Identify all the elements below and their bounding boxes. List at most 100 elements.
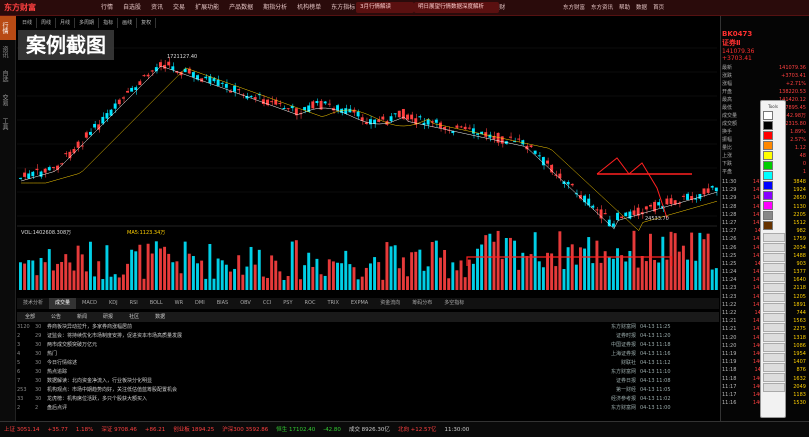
news-row[interactable]: 5 30 今日行情综述: [17, 359, 317, 368]
rail-item[interactable]: 行情: [0, 16, 16, 40]
color-swatch[interactable]: [763, 201, 773, 210]
palette-tool[interactable]: [763, 293, 785, 302]
news-tab[interactable]: 新闻: [69, 312, 95, 322]
palette-tool[interactable]: [763, 363, 785, 372]
color-swatch[interactable]: [763, 171, 773, 180]
notice-banner-1[interactable]: 3月行情解读: [356, 2, 414, 13]
chart-tab[interactable]: 复权: [137, 18, 157, 28]
rail-item[interactable]: 工具: [0, 112, 16, 136]
indicator-tab[interactable]: OBV: [234, 298, 257, 309]
indicator-tab[interactable]: KDJ: [103, 298, 124, 309]
news-row[interactable]: 253 30 机构观点：市场中期趋势向好，关注低估值蓝筹股配置机会: [17, 386, 317, 395]
indicator-tab[interactable]: ROC: [299, 298, 322, 309]
indicator-tab[interactable]: 资金流向: [374, 298, 406, 309]
top-right-item[interactable]: 帮助: [616, 0, 633, 16]
palette-tool[interactable]: [763, 373, 785, 382]
news-headline[interactable]: 机构观点：市场中期趋势向好，关注低估值蓝筹股配置机会: [47, 386, 177, 395]
palette-tool[interactable]: [763, 343, 785, 352]
news-row[interactable]: 2 29 证监会：将持续优化市场制度安排，促进资本市场高质量发展: [17, 332, 317, 341]
rail-item[interactable]: 自选: [0, 64, 16, 88]
news-headline[interactable]: 数据解读：北向资金净流入，行业板块分化明显: [47, 377, 152, 386]
palette-tool[interactable]: [763, 313, 785, 322]
top-menu-item[interactable]: 资讯: [146, 0, 168, 16]
color-swatch[interactable]: [763, 141, 773, 150]
palette-tool[interactable]: [763, 233, 785, 242]
indicator-tab[interactable]: PSY: [277, 298, 298, 309]
chart-tab[interactable]: 画线: [118, 18, 138, 28]
news-row[interactable]: 2 2 盘后点评: [17, 404, 317, 413]
indicator-tab[interactable]: RSI: [124, 298, 144, 309]
news-tab[interactable]: 全部: [17, 312, 43, 322]
chart-tab[interactable]: 日线: [18, 18, 38, 28]
top-right-item[interactable]: 东方财富: [560, 0, 588, 16]
top-menu-item[interactable]: 行情: [96, 0, 118, 16]
top-menu-item[interactable]: 机构榜单: [292, 0, 326, 16]
top-right-item[interactable]: 首页: [650, 0, 667, 16]
news-headline[interactable]: 盘后点评: [47, 404, 67, 413]
news-headline[interactable]: 热门: [47, 350, 57, 359]
rail-item[interactable]: 资讯: [0, 40, 16, 64]
news-headline[interactable]: 两市成交额突破万亿元: [47, 341, 97, 350]
news-headline[interactable]: 证监会：将持续优化市场制度安排，促进资本市场高质量发展: [47, 332, 182, 341]
rail-item[interactable]: 交易: [0, 88, 16, 112]
indicator-tab[interactable]: DMI: [189, 298, 211, 309]
palette-tool[interactable]: [763, 283, 785, 292]
indicator-tab[interactable]: MACD: [76, 298, 103, 309]
indicator-tab[interactable]: 筹码分布: [406, 298, 438, 309]
notice-banner-2[interactable]: 明日展望行情数据深度解析: [414, 2, 499, 13]
palette-tool[interactable]: [763, 353, 785, 362]
palette-tool[interactable]: [763, 303, 785, 312]
news-tab[interactable]: 研报: [95, 312, 121, 322]
color-swatch[interactable]: [763, 131, 773, 140]
news-headline[interactable]: 热点追踪: [47, 368, 67, 377]
top-right-item[interactable]: 东方资讯: [588, 0, 616, 16]
indicator-tab[interactable]: 成交量: [49, 298, 77, 309]
color-swatch[interactable]: [763, 221, 773, 230]
indicator-tab[interactable]: BOLL: [144, 298, 169, 309]
top-menu-item[interactable]: 交易: [168, 0, 190, 16]
news-headline[interactable]: 今日行情综述: [47, 359, 77, 368]
news-headline[interactable]: 龙虎榜：机构席位活跃，多只个股获大额买入: [47, 395, 147, 404]
indicator-tab[interactable]: CCI: [257, 298, 277, 309]
color-swatch[interactable]: [763, 161, 773, 170]
palette-tool[interactable]: [763, 323, 785, 332]
news-tab[interactable]: 社区: [121, 312, 147, 322]
candlestick-chart[interactable]: 1721127.40 24533.70 VOL:1402608.308万 MA5:11…: [17, 28, 719, 296]
top-menu-item[interactable]: 扩展功能: [190, 0, 224, 16]
palette-tool[interactable]: [763, 273, 785, 282]
palette-tool[interactable]: [763, 253, 785, 262]
palette-tool[interactable]: [763, 243, 785, 252]
palette-tool[interactable]: [763, 263, 785, 272]
top-menu-item[interactable]: 自选股: [118, 0, 146, 16]
top-menu-item[interactable]: 产品数据: [224, 0, 258, 16]
chart-tab[interactable]: 周线: [37, 18, 57, 28]
color-swatch[interactable]: [763, 111, 773, 120]
color-swatch[interactable]: [763, 151, 773, 160]
indicator-tab[interactable]: 技术分析: [17, 298, 49, 309]
color-swatch[interactable]: [763, 181, 773, 190]
chart-tab[interactable]: 指标: [99, 18, 119, 28]
app-logo[interactable]: 东方财富: [4, 2, 74, 14]
palette-tool[interactable]: [763, 333, 785, 342]
color-swatch[interactable]: [763, 211, 773, 220]
color-swatch[interactable]: [763, 121, 773, 130]
news-row[interactable]: 6 30 热点追踪: [17, 368, 317, 377]
news-row[interactable]: 33 30 龙虎榜：机构席位活跃，多只个股获大额买入: [17, 395, 317, 404]
indicator-tab[interactable]: TRIX: [321, 298, 344, 309]
top-right-item[interactable]: 数据: [633, 0, 650, 16]
news-headline[interactable]: 券商板块异动拉升，多家券商涨幅居前: [47, 323, 132, 332]
news-tab[interactable]: 数据: [147, 312, 173, 322]
indicator-tab[interactable]: EXPMA: [345, 298, 374, 309]
news-row[interactable]: 7 30 数据解读：北向资金净流入，行业板块分化明显: [17, 377, 317, 386]
chart-tab[interactable]: 月线: [56, 18, 76, 28]
news-row[interactable]: 4 30 热门: [17, 350, 317, 359]
top-menu-item[interactable]: 期指分析: [258, 0, 292, 16]
palette-tool[interactable]: [763, 383, 785, 392]
news-row[interactable]: 3120 30 券商板块异动拉升，多家券商涨幅居前: [17, 323, 317, 332]
indicator-tab[interactable]: BIAS: [211, 298, 235, 309]
news-tab[interactable]: 公告: [43, 312, 69, 322]
chart-tab[interactable]: 多周期: [75, 18, 100, 28]
color-swatch[interactable]: [763, 191, 773, 200]
indicator-tab[interactable]: WR: [169, 298, 189, 309]
indicator-tab[interactable]: 多空指标: [438, 298, 470, 309]
